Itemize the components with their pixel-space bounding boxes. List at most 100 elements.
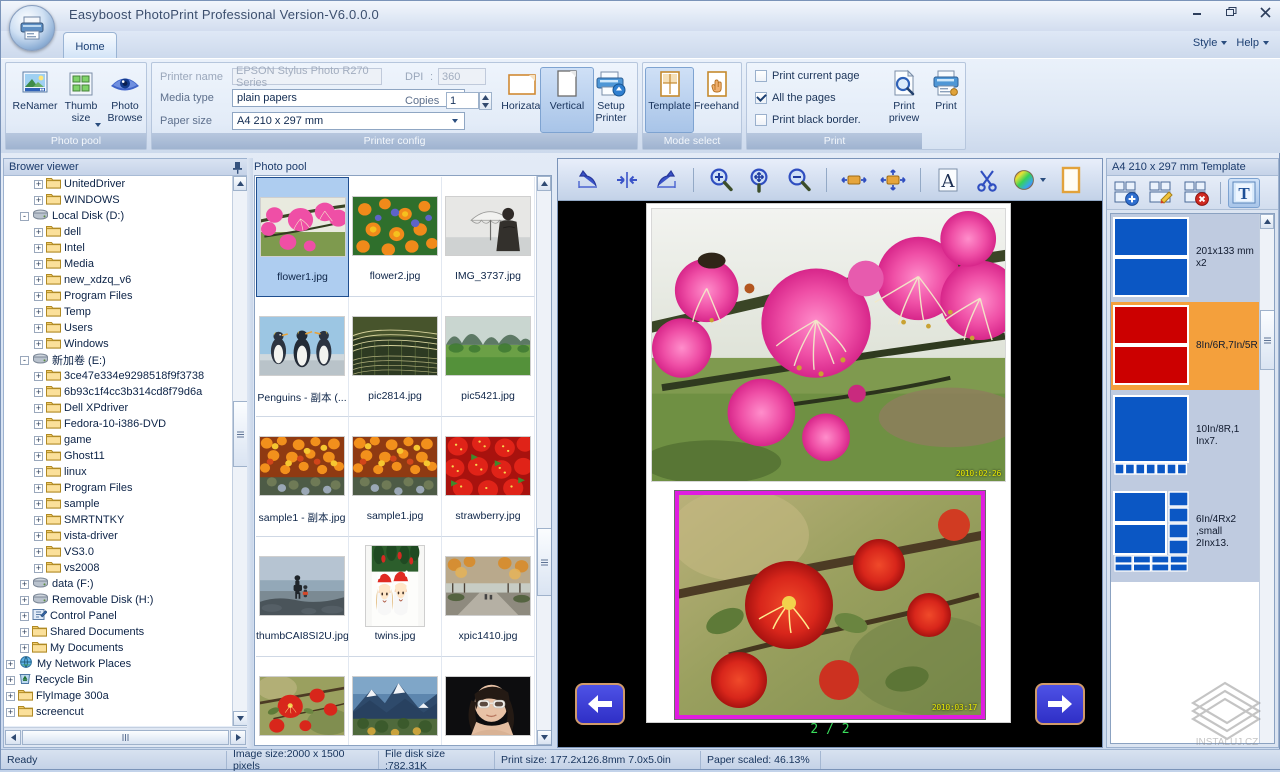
checkbox-icon[interactable] — [755, 114, 767, 126]
photo-pool-grid[interactable]: flower1.jpgflower2.jpgIMG_3737.jpgPengui… — [254, 175, 552, 746]
text-tool-icon[interactable]: A — [932, 164, 964, 196]
tree-expander[interactable]: + — [34, 244, 43, 253]
photo-thumbnail[interactable] — [442, 657, 535, 746]
tree-item-new-xdzq-v6[interactable]: +new_xdzq_v6 — [4, 272, 232, 288]
tree-item-vista-driver[interactable]: +vista-driver — [4, 528, 232, 544]
tree-item-dell-xpdriver[interactable]: +Dell XPdriver — [4, 400, 232, 416]
tree-item-windows[interactable]: +Windows — [4, 336, 232, 352]
tree-item-data-f[interactable]: +data (F:) — [4, 576, 232, 592]
scroll-right-button[interactable] — [230, 730, 246, 745]
folder-tree[interactable]: +UnitedDriver+WINDOWS-Local Disk (D:)+de… — [4, 176, 247, 726]
tree-item-windows[interactable]: +WINDOWS — [4, 192, 232, 208]
tree-expander[interactable]: + — [34, 180, 43, 189]
tree-item-3ce47e334e9298518f9f3738[interactable]: +3ce47e334e9298518f9f3738 — [4, 368, 232, 384]
pool-scroll-thumb[interactable] — [537, 528, 552, 596]
menu-help[interactable]: Help — [1236, 37, 1269, 49]
tree-expander[interactable]: + — [20, 580, 29, 589]
tree-expander[interactable]: + — [34, 388, 43, 397]
scissors-icon[interactable] — [971, 164, 1003, 196]
tree-expander[interactable]: + — [34, 420, 43, 429]
photo-thumbnail[interactable] — [349, 657, 442, 746]
photo-thumbnail[interactable]: strawberry.jpg — [442, 417, 535, 537]
stepper-down-icon[interactable] — [480, 101, 491, 109]
minimize-icon[interactable] — [1187, 3, 1207, 21]
tree-expander[interactable]: + — [34, 260, 43, 269]
preview-page[interactable]: 2010:02:26 — [646, 203, 1011, 723]
photo-thumbnail[interactable]: flower1.jpg — [256, 177, 349, 297]
tree-item-shared-documents[interactable]: +Shared Documents — [4, 624, 232, 640]
mode-template-button[interactable]: Template — [645, 67, 694, 133]
tree-expander[interactable]: + — [34, 468, 43, 477]
tree-expander[interactable]: - — [20, 356, 29, 365]
tree-expander[interactable]: + — [34, 532, 43, 541]
scroll-up-button[interactable] — [1260, 214, 1274, 229]
photo-browse-button[interactable]: Photo Browse — [98, 67, 152, 133]
rotate-right-icon[interactable] — [650, 164, 682, 196]
copies-stepper[interactable] — [479, 92, 492, 110]
tree-item-game[interactable]: +game — [4, 432, 232, 448]
photo-thumbnail[interactable]: sample1 - 副本.jpg — [256, 417, 349, 537]
tree-item-smrtntky[interactable]: +SMRTNTKY — [4, 512, 232, 528]
flip-horizontal-icon[interactable] — [611, 164, 643, 196]
tree-item-program-files[interactable]: +Program Files — [4, 480, 232, 496]
tree-item-removable-disk-h[interactable]: +Removable Disk (H:) — [4, 592, 232, 608]
photo-thumbnail[interactable]: twins.jpg — [349, 537, 442, 657]
template-list[interactable]: 201x133 mm x28In/6R,7In/5R10In/8R,1 Inx7… — [1110, 213, 1275, 744]
add-template-icon[interactable] — [1111, 178, 1143, 208]
photo-thumbnail[interactable]: thumbCAI8SI2U.jpg — [256, 537, 349, 657]
tree-expander[interactable]: + — [34, 292, 43, 301]
tree-item-control-panel[interactable]: +Control Panel — [4, 608, 232, 624]
tree-expander[interactable]: + — [34, 452, 43, 461]
color-wheel-icon[interactable] — [1010, 164, 1048, 196]
template-item[interactable]: 201x133 mm x2 — [1111, 214, 1274, 302]
template-item[interactable]: 6In/4Rx2 ,small 2Inx13. — [1111, 482, 1274, 582]
tree-expander[interactable]: + — [34, 340, 43, 349]
preview-canvas[interactable]: 2010:02:26 — [558, 201, 1102, 747]
tree-item-vs2008[interactable]: +vs2008 — [4, 560, 232, 576]
tree-expander[interactable]: - — [20, 212, 29, 221]
scroll-down-button[interactable] — [537, 730, 552, 745]
template-item[interactable]: 8In/6R,7In/5R — [1111, 302, 1274, 390]
photo-thumbnail[interactable]: pic2814.jpg — [349, 297, 442, 417]
tree-hscroll-thumb[interactable] — [22, 730, 229, 745]
move-horizontal-icon[interactable] — [838, 164, 870, 196]
tree-item-6b93c1f4cc3b314cd8f79d6a[interactable]: +6b93c1f4cc3b314cd8f79d6a — [4, 384, 232, 400]
move-all-icon[interactable] — [877, 164, 909, 196]
photo-thumbnail[interactable]: sample1.jpg — [349, 417, 442, 537]
tree-expander[interactable]: + — [34, 324, 43, 333]
stepper-up-icon[interactable] — [480, 93, 491, 101]
tree-expander[interactable]: + — [34, 404, 43, 413]
template-vertical-scrollbar[interactable] — [1259, 214, 1274, 743]
tree-expander[interactable]: + — [20, 628, 29, 637]
paper-size-select[interactable]: A4 210 x 297 mm — [232, 112, 465, 130]
photo-slot-2[interactable]: 2010:03:17 — [675, 491, 985, 719]
app-menu-orb[interactable] — [9, 5, 55, 51]
tree-item-sample[interactable]: +sample — [4, 496, 232, 512]
copies-field[interactable]: 1 — [446, 92, 479, 109]
template-item[interactable]: 10In/8R,1 Inx7. — [1111, 390, 1274, 482]
delete-template-icon[interactable] — [1181, 178, 1213, 208]
tab-home[interactable]: Home — [63, 32, 117, 60]
menu-style[interactable]: Style — [1193, 37, 1227, 49]
tree-item-program-files[interactable]: +Program Files — [4, 288, 232, 304]
scroll-up-button[interactable] — [233, 176, 247, 191]
previous-page-button[interactable] — [575, 683, 625, 725]
scroll-down-button[interactable] — [233, 711, 248, 726]
tree-expander[interactable]: + — [20, 644, 29, 653]
setup-printer-button[interactable]: Setup Printer — [584, 67, 638, 133]
tree-expander[interactable]: + — [34, 308, 43, 317]
tree-item-screencut[interactable]: +screencut — [4, 704, 232, 720]
zoom-in-icon[interactable] — [705, 164, 737, 196]
tree-expander[interactable]: + — [34, 228, 43, 237]
tree-item-users[interactable]: +Users — [4, 320, 232, 336]
tree-horizontal-scrollbar[interactable] — [4, 727, 247, 747]
zoom-out-icon[interactable] — [783, 164, 815, 196]
photo-thumbnail[interactable]: flower2.jpg — [349, 177, 442, 297]
tree-expander[interactable]: + — [6, 676, 15, 685]
tree-expander[interactable]: + — [6, 708, 15, 717]
close-icon[interactable] — [1255, 3, 1275, 21]
scroll-left-button[interactable] — [5, 730, 21, 745]
tree-item-linux[interactable]: +linux — [4, 464, 232, 480]
photo-thumbnail[interactable]: pic5421.jpg — [442, 297, 535, 417]
tree-item-my-documents[interactable]: +My Documents — [4, 640, 232, 656]
